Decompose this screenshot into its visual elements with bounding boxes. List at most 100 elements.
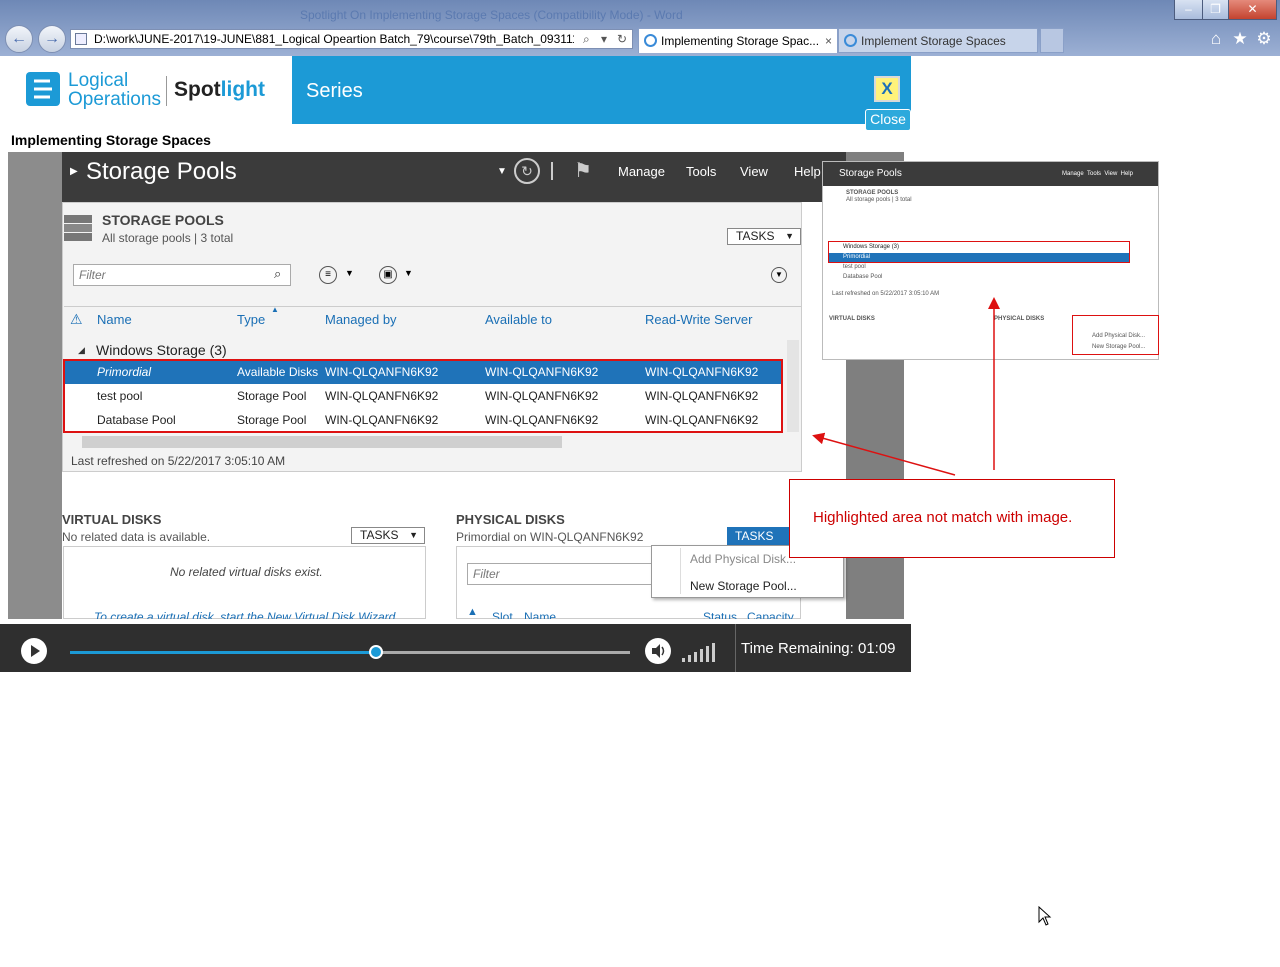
warning-icon: ⚠: [70, 311, 83, 327]
reference-vd-heading: VIRTUAL DISKS: [829, 316, 875, 322]
last-refreshed: Last refreshed on 5/22/2017 3:05:10 AM: [71, 454, 286, 468]
reference-highlight-menu: [1072, 315, 1159, 355]
spotlight-wordmark: Spotlight: [174, 78, 265, 101]
dropdown-icon[interactable]: ▼: [404, 268, 413, 278]
reference-highlight-rows: [828, 241, 1130, 263]
volume-level-icon[interactable]: [682, 642, 722, 662]
menu-help[interactable]: Help: [794, 164, 821, 179]
restore-button[interactable]: ❐: [1202, 0, 1229, 20]
vd-tasks-button[interactable]: TASKS ▼: [351, 527, 425, 544]
mouse-cursor-icon: [1038, 905, 1052, 931]
logical-operations-mark-icon: [26, 72, 60, 106]
play-icon: [31, 645, 40, 657]
ie-icon: [644, 34, 657, 47]
pd-tasks-button[interactable]: TASKS: [727, 527, 797, 545]
menu-gutter: [680, 548, 681, 594]
minimize-button[interactable]: –: [1174, 0, 1203, 20]
search-icon[interactable]: ⌕: [583, 30, 590, 48]
group-collapse-icon[interactable]: ◢: [78, 345, 85, 356]
volume-button[interactable]: [645, 638, 671, 664]
star-icon[interactable]: ★: [1230, 29, 1250, 49]
search-icon[interactable]: ⌕: [274, 266, 281, 282]
callout-text: Highlighted area not match with image.: [813, 509, 1073, 526]
storage-pool-icon: [63, 214, 93, 242]
series-title: Series: [306, 80, 363, 102]
tab-implement-storage[interactable]: Implement Storage Spaces: [838, 28, 1038, 53]
close-x-button[interactable]: X: [874, 76, 900, 102]
dropdown-icon[interactable]: ▼: [345, 268, 354, 278]
logo-text-operations: Operations: [68, 89, 161, 110]
new-tab-button[interactable]: [1040, 28, 1064, 53]
column-type[interactable]: Type: [237, 312, 265, 327]
pools-filter-input[interactable]: Filter: [73, 264, 291, 286]
menu-item-new-storage-pool[interactable]: New Storage Pool...: [690, 579, 797, 593]
horizontal-scrollbar[interactable]: [82, 436, 562, 448]
group-windows-storage[interactable]: Windows Storage (3): [96, 342, 227, 358]
ie-icon: [844, 34, 857, 47]
physical-disks-heading: PHYSICAL DISKS: [456, 512, 565, 527]
speaker-icon: [652, 644, 665, 658]
virtual-disks-panel: [63, 546, 426, 619]
header-divider: [551, 162, 553, 180]
divider: [64, 306, 801, 307]
player-divider: [735, 624, 736, 672]
reference-row-database-pool: Database Pool: [843, 274, 883, 280]
reference-pd-heading: PHYSICAL DISKS: [994, 316, 1045, 322]
time-remaining: Time Remaining: 01:09: [741, 640, 896, 657]
series-banner: [292, 56, 911, 124]
stage-left-strip: [8, 152, 62, 619]
logo: Logical Operations Spotlight: [26, 70, 282, 114]
reference-menu: Manage Tools View Help: [1062, 171, 1133, 177]
home-icon[interactable]: ⌂: [1206, 29, 1226, 49]
back-button[interactable]: ←: [5, 25, 33, 53]
sort-icon: ▲: [467, 606, 478, 618]
pools-tasks-button[interactable]: TASKS ▼: [727, 228, 801, 245]
forward-button[interactable]: →: [38, 25, 66, 53]
menu-item-add-physical-disk[interactable]: Add Physical Disk...: [690, 552, 796, 566]
back-icon: ←: [11, 30, 27, 47]
expand-arrow-icon: ▶: [70, 166, 78, 177]
column-managed-by[interactable]: Managed by: [325, 312, 397, 327]
address-dropdown-icon[interactable]: ▾: [601, 30, 607, 48]
sort-ascending-icon: ▲: [271, 305, 279, 314]
menu-manage[interactable]: Manage: [618, 164, 665, 179]
tab-close-icon[interactable]: ×: [825, 29, 832, 53]
save-query-icon[interactable]: ▣: [379, 266, 397, 284]
page-icon: [75, 33, 87, 45]
reference-pools-subtitle: All storage pools | 3 total: [846, 197, 912, 203]
virtual-disks-subtitle: No related data is available.: [62, 530, 211, 544]
menu-view[interactable]: View: [740, 164, 768, 179]
reference-pools-heading: STORAGE POOLS: [846, 190, 899, 196]
refresh-icon[interactable]: ↻: [617, 30, 627, 48]
collapse-icon[interactable]: ▼: [771, 267, 787, 283]
window-title: Spotlight On Implementing Storage Spaces…: [300, 8, 683, 22]
pd-filter-input[interactable]: Filter: [467, 563, 657, 585]
gear-icon[interactable]: ⚙: [1254, 29, 1274, 49]
vertical-scrollbar[interactable]: [787, 340, 799, 432]
flag-icon[interactable]: ⚑: [574, 158, 592, 183]
menu-tools[interactable]: Tools: [686, 164, 716, 179]
course-title: Implementing Storage Spaces: [11, 132, 211, 148]
column-name[interactable]: Name: [97, 312, 132, 327]
close-button[interactable]: Close: [865, 109, 911, 131]
window-close-button[interactable]: ✕: [1228, 0, 1277, 20]
progress-knob[interactable]: [368, 645, 383, 659]
list-options-icon[interactable]: ≡: [319, 266, 337, 284]
tab-label: Implementing Storage Spac...: [661, 34, 820, 48]
vd-empty-text: No related virtual disks exist.: [170, 565, 323, 579]
progress-fill: [70, 651, 376, 654]
address-text: D:\work\JUNE-2017\19-JUNE\881_Logical Op…: [94, 32, 574, 46]
dropdown-icon[interactable]: ▼: [497, 166, 507, 177]
tab-implementing-storage[interactable]: Implementing Storage Spac... ×: [638, 28, 838, 53]
column-read-write-server[interactable]: Read-Write Server: [645, 312, 752, 327]
virtual-disks-heading: VIRTUAL DISKS: [62, 512, 162, 527]
reference-refreshed: Last refreshed on 5/22/2017 3:05:10 AM: [832, 291, 940, 297]
column-available-to[interactable]: Available to: [485, 312, 552, 327]
forward-icon: →: [44, 30, 60, 47]
play-button[interactable]: [21, 638, 47, 664]
address-bar[interactable]: D:\work\JUNE-2017\19-JUNE\881_Logical Op…: [70, 29, 633, 49]
storage-pools-heading: STORAGE POOLS: [102, 212, 224, 228]
refresh-icon[interactable]: ↻: [514, 158, 540, 184]
page-title: Storage Pools: [86, 158, 237, 185]
storage-pools-subtitle: All storage pools | 3 total: [102, 231, 234, 245]
